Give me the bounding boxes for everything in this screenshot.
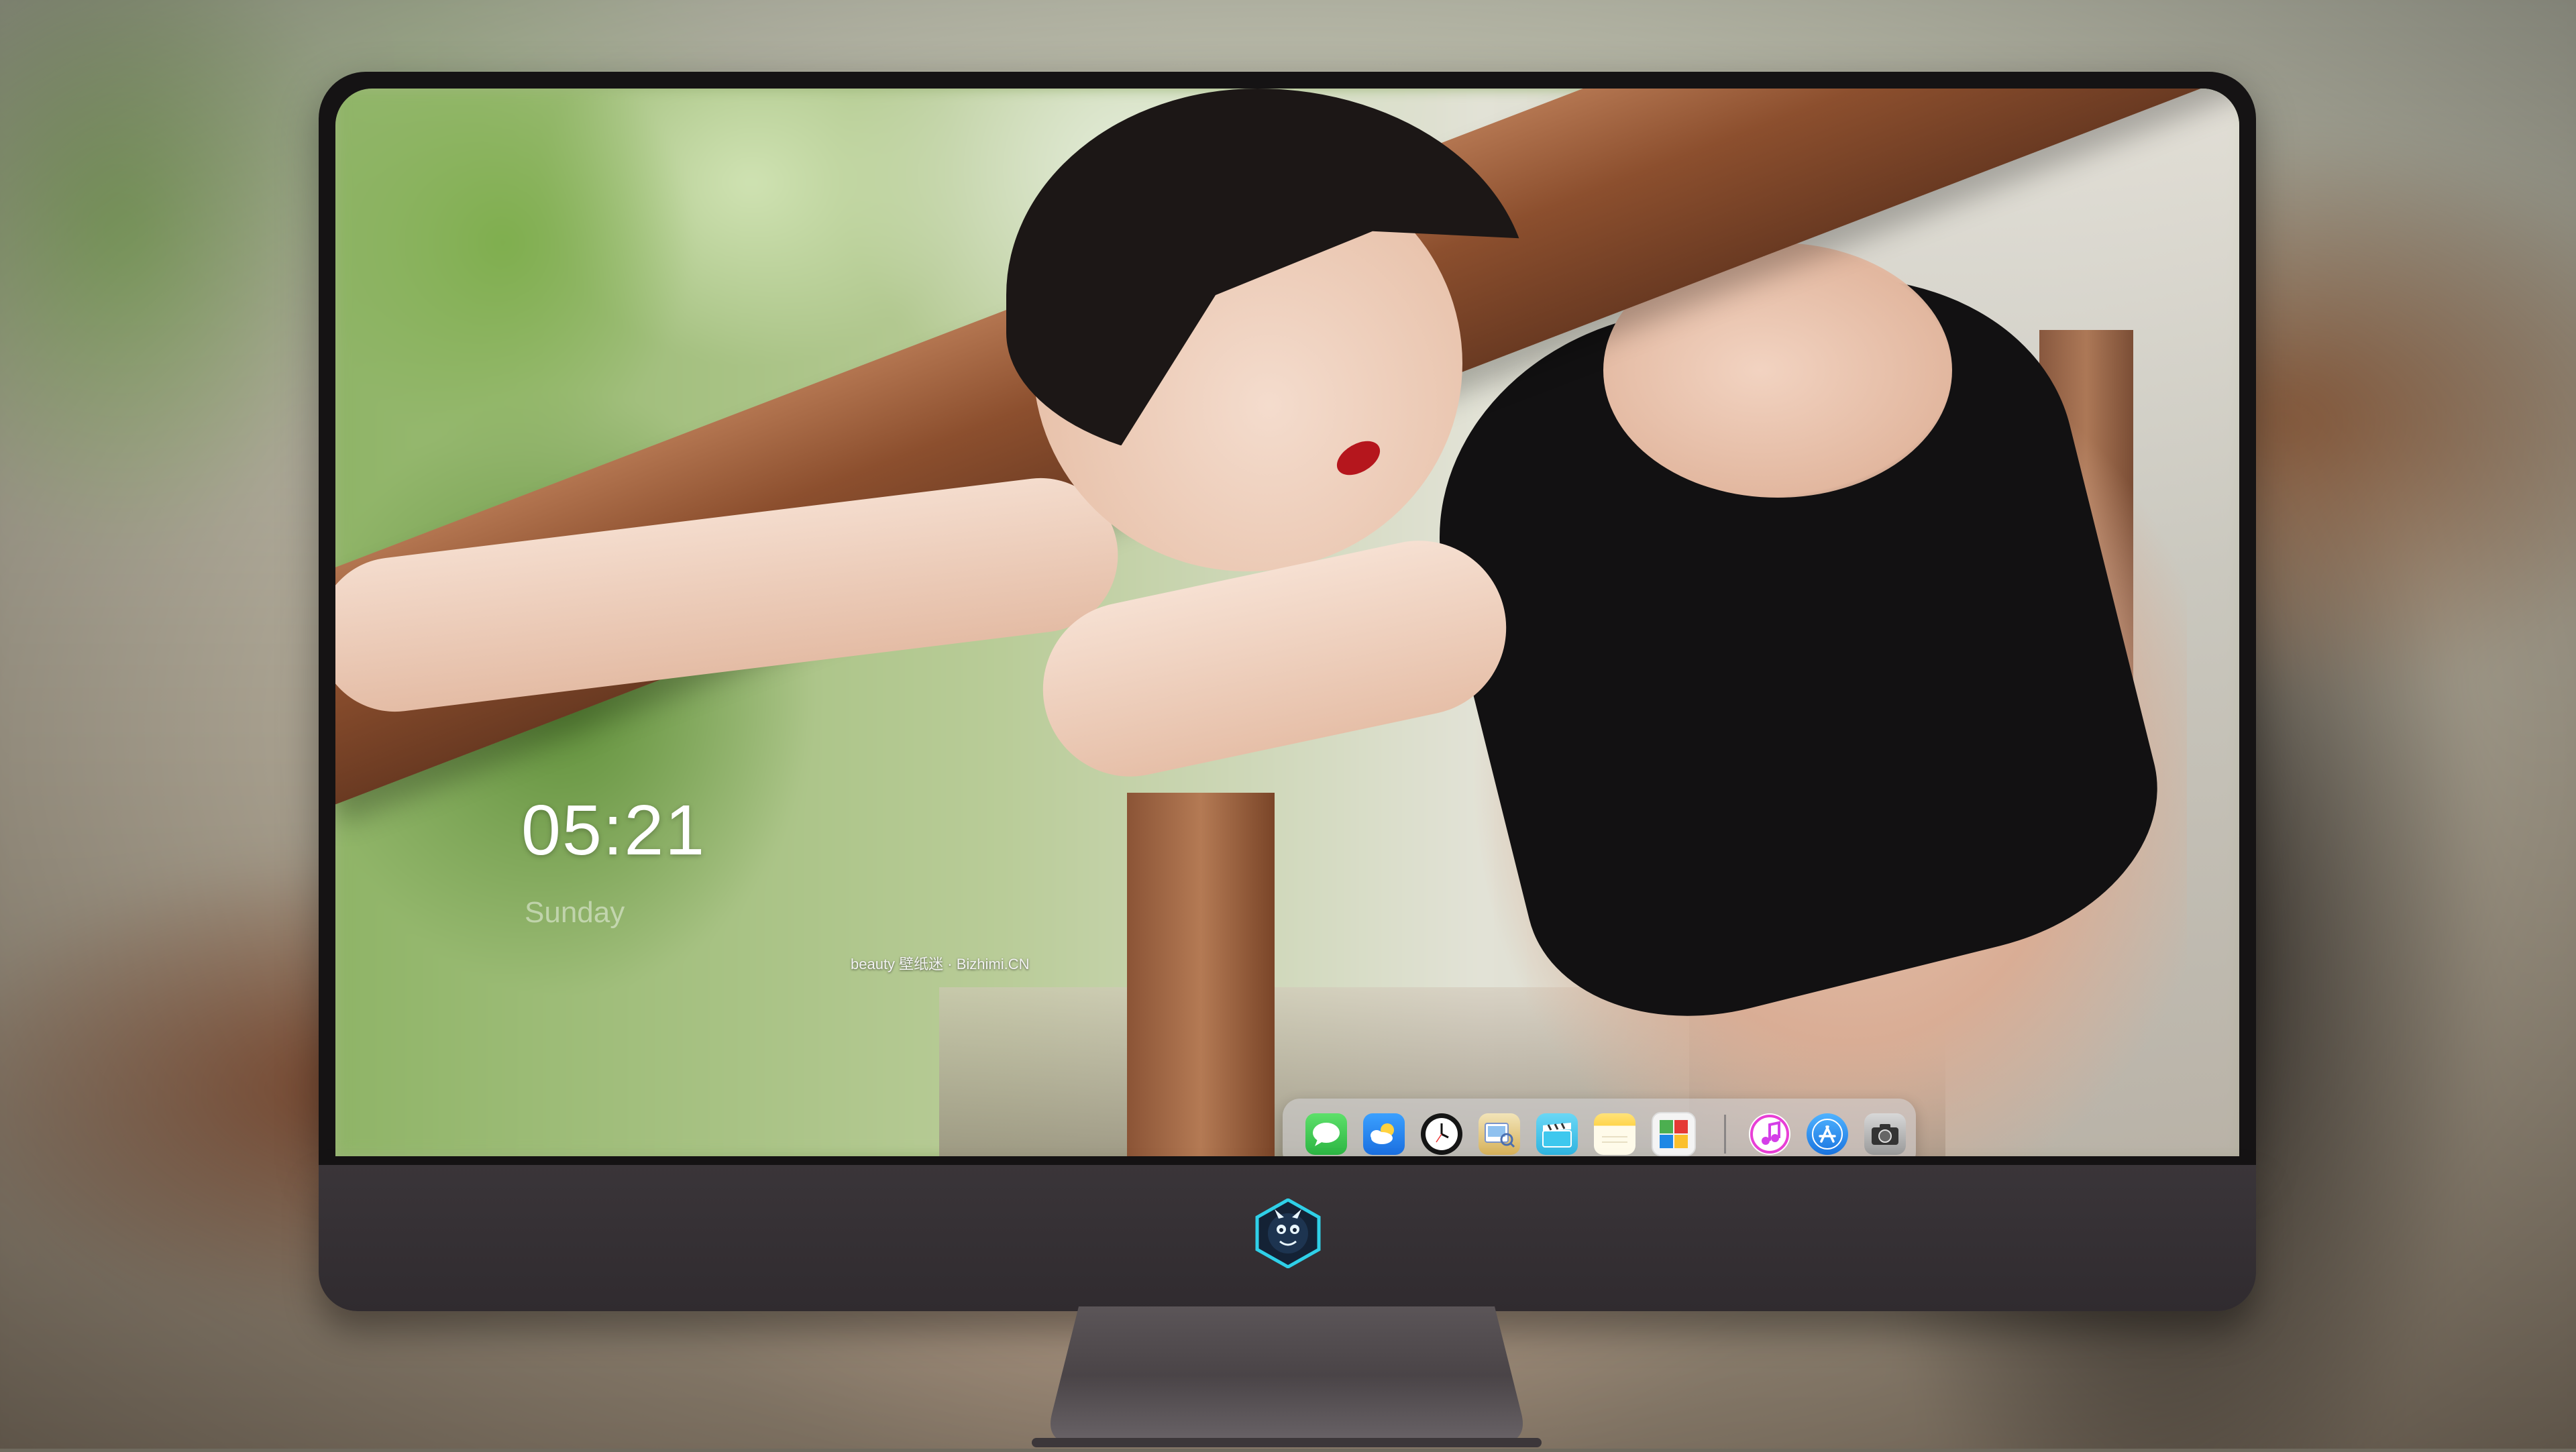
monitor: 05:21 Sunday beauty 壁纸迷 · Bizhimi.CN [319, 72, 2256, 1311]
messages-icon[interactable] [1305, 1113, 1347, 1155]
music-icon[interactable] [1749, 1113, 1790, 1155]
app-store-icon[interactable] [1807, 1113, 1848, 1155]
monitor-bezel: 05:21 Sunday beauty 壁纸迷 · Bizhimi.CN [319, 72, 2256, 1165]
dock-separator [1724, 1115, 1726, 1154]
clock-date: Sunday [525, 896, 625, 929]
photo-booth-icon[interactable] [1652, 1112, 1696, 1156]
clapper-icon[interactable] [1536, 1113, 1578, 1155]
monitor-stand [991, 1306, 1582, 1449]
wallpaper-credit[interactable]: beauty 壁纸迷 · Bizhimi.CN [851, 952, 1030, 974]
clock-icon[interactable] [1421, 1113, 1462, 1155]
preview-icon[interactable] [1479, 1113, 1520, 1155]
weather-icon[interactable] [1363, 1113, 1405, 1155]
desktop-screen[interactable]: 05:21 Sunday beauty 壁纸迷 · Bizhimi.CN [335, 89, 2239, 1156]
clock-time: 05:21 [521, 791, 706, 870]
dock [1283, 1099, 1916, 1156]
notes-icon[interactable] [1594, 1113, 1635, 1155]
brand-logo-icon [1253, 1198, 1323, 1269]
camera-icon[interactable] [1864, 1113, 1906, 1155]
